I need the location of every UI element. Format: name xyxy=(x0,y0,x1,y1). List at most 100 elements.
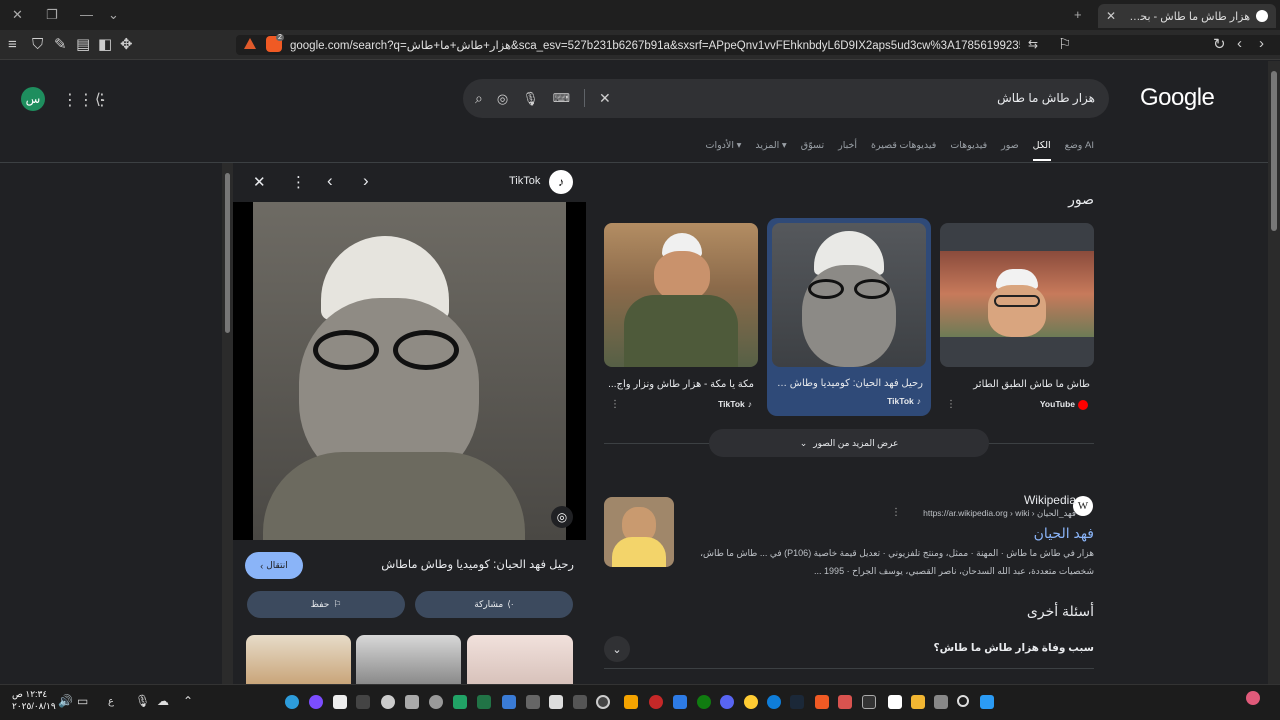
search-box[interactable]: ⌕ ◎ 🎙 ⌨ ✕ هزار طاش ما طاش xyxy=(463,79,1109,118)
app-icon-9[interactable] xyxy=(526,695,540,709)
close-window-icon[interactable]: ✕ xyxy=(12,7,23,23)
image-result-2-caption[interactable]: رحيل فهد الحيان: كوميديا وطاش ما... xyxy=(775,378,923,389)
app-icon-5[interactable] xyxy=(649,695,663,709)
clear-search-icon[interactable]: ✕ xyxy=(599,91,611,105)
previous-image-icon[interactable]: ‹ xyxy=(327,171,333,191)
app-icon-3[interactable] xyxy=(744,695,758,709)
image-result-1[interactable]: طاش ما طاش الطبق الطائر YouTube ⋮ xyxy=(940,223,1094,419)
close-tab-icon[interactable]: ✕ xyxy=(1106,9,1116,23)
search-icon[interactable]: ⌕ xyxy=(475,91,483,105)
tab-short-videos[interactable]: فيديوهات قصيرة xyxy=(871,140,936,161)
panel-source-name[interactable]: TikTok xyxy=(509,175,540,187)
app-icon-2[interactable] xyxy=(838,695,852,709)
brave-taskbar-icon[interactable] xyxy=(815,695,829,709)
app-icon-12[interactable] xyxy=(429,695,443,709)
minimize-window-icon[interactable]: — xyxy=(80,7,93,22)
new-tab-icon[interactable]: + xyxy=(1074,7,1082,22)
site-settings-icon[interactable]: ⇆ xyxy=(1028,38,1038,50)
forward-icon[interactable]: › xyxy=(1259,36,1264,51)
tab-news[interactable]: أخبار xyxy=(838,140,857,161)
panel-image-title[interactable]: رحيل فهد الحيان: كوميديا وطاش ماطاش xyxy=(381,557,574,571)
app-icon-13[interactable] xyxy=(405,695,419,709)
next-image-icon[interactable]: › xyxy=(363,171,369,191)
back-icon[interactable]: ‹ xyxy=(1237,36,1242,51)
panel-scroll-thumb[interactable] xyxy=(225,173,230,333)
restore-window-icon[interactable]: ❐ xyxy=(46,7,58,23)
save-button[interactable]: حفظ ⚐ xyxy=(247,591,405,618)
store-icon[interactable] xyxy=(888,695,902,709)
discord-icon[interactable] xyxy=(720,695,734,709)
app-icon-4[interactable] xyxy=(673,695,687,709)
share-button[interactable]: مشاركة ⟨· xyxy=(415,591,573,618)
sidebar-icon[interactable]: ◧ xyxy=(98,37,112,52)
menu-icon[interactable]: ≡ xyxy=(8,37,17,52)
tab-videos[interactable]: فيديوهات xyxy=(950,140,987,161)
expand-chevron-icon[interactable]: ⌄ xyxy=(604,636,630,662)
taskbar-clock[interactable]: ١٢:٣٤ ص ٢٠٢٥/٠٨/١٩ xyxy=(12,688,56,712)
image-result-2-thumb[interactable] xyxy=(772,223,926,367)
preview-image[interactable]: ◎ xyxy=(233,202,586,540)
task-view-icon[interactable] xyxy=(934,695,948,709)
image-result-1-more-icon[interactable]: ⋮ xyxy=(946,399,956,410)
related-image-2[interactable] xyxy=(356,635,461,684)
volume-icon[interactable]: 🔊 xyxy=(58,694,73,708)
steam-icon[interactable] xyxy=(790,695,804,709)
wiki-thumbnail[interactable] xyxy=(604,497,674,567)
image-result-3-caption[interactable]: مكة يا مكة - هزار طاش ونزار وأج... xyxy=(606,379,754,390)
app-icon-15[interactable] xyxy=(356,695,370,709)
page-scrollbar[interactable] xyxy=(1268,61,1280,684)
onedrive-icon[interactable]: ☁ xyxy=(157,694,169,708)
visit-button[interactable]: ‹ انتقال xyxy=(245,552,303,579)
app-icon-17[interactable] xyxy=(285,695,299,709)
active-tab[interactable]: هزار طاش ما طاش - بحث Google ✕ xyxy=(1098,4,1276,28)
share-icon[interactable]: ⟨· xyxy=(95,90,106,108)
display-icon[interactable]: ▭ xyxy=(77,694,88,708)
image-result-3[interactable]: مكة يا مكة - هزار طاش ونزار وأج... ♪TikT… xyxy=(604,223,758,419)
image-result-1-caption[interactable]: طاش ما طاش الطبق الطائر xyxy=(942,379,1090,390)
related-image-3[interactable] xyxy=(467,635,573,684)
app-icon-16[interactable] xyxy=(309,695,323,709)
excel-icon[interactable] xyxy=(477,695,491,709)
more-images-button[interactable]: عرض المزيد من الصور ⌄ xyxy=(709,429,989,457)
chatgpt-icon[interactable] xyxy=(596,695,610,709)
tab-more[interactable]: المزيد ▾ xyxy=(755,140,786,161)
keyboard-icon[interactable]: ⌨ xyxy=(553,92,570,104)
related-image-1[interactable] xyxy=(246,635,351,684)
microphone-icon[interactable]: 🎙 xyxy=(135,694,150,708)
tab-list-chevron-icon[interactable]: ⌄ xyxy=(108,7,119,23)
app-icon-6[interactable] xyxy=(624,695,638,709)
panel-scrollbar[interactable] xyxy=(222,163,233,684)
tray-chevron-up-icon[interactable]: ⌃ xyxy=(183,694,193,708)
image-result-3-more-icon[interactable]: ⋮ xyxy=(610,399,620,410)
app-icon-11[interactable] xyxy=(453,695,467,709)
taskbar-search-icon[interactable] xyxy=(957,695,969,707)
bookmark-icon[interactable]: ⚐ xyxy=(1058,37,1071,52)
tab-images[interactable]: صور xyxy=(1001,140,1019,161)
google-logo[interactable]: Google xyxy=(1140,84,1215,112)
page-scroll-thumb[interactable] xyxy=(1271,71,1277,231)
tab-ai-mode[interactable]: وضع AI xyxy=(1065,140,1094,161)
reload-icon[interactable]: ↻ xyxy=(1213,37,1226,52)
app-icon-10[interactable] xyxy=(502,695,516,709)
edge-icon[interactable] xyxy=(767,695,781,709)
app-icon-14[interactable] xyxy=(381,695,395,709)
rewards-triangle-icon[interactable] xyxy=(244,38,256,49)
notepad-icon[interactable] xyxy=(333,695,347,709)
more-options-icon[interactable]: ⋮ xyxy=(291,173,306,191)
reader-icon[interactable]: ▤ xyxy=(76,37,90,52)
search-input[interactable]: هزار طاش ما طاش xyxy=(997,91,1095,105)
related-question-1[interactable]: سبب وفاة هزار طاش ما طاش؟ xyxy=(934,642,1095,654)
avatar[interactable]: س xyxy=(21,87,45,111)
app-icon-1[interactable] xyxy=(862,695,876,709)
start-icon[interactable] xyxy=(980,695,994,709)
close-panel-icon[interactable]: ✕ xyxy=(253,173,266,191)
pin-icon[interactable]: ✎ xyxy=(54,37,67,52)
shield-check-icon[interactable]: ⛉ xyxy=(32,37,43,52)
image-result-2[interactable]: رحيل فهد الحيان: كوميديا وطاش ما... ♪Tik… xyxy=(767,218,931,416)
keyboard-language[interactable]: ع xyxy=(108,696,114,707)
image-result-3-thumb[interactable] xyxy=(604,223,758,367)
app-icon-7[interactable] xyxy=(573,695,587,709)
xbox-icon[interactable] xyxy=(697,695,711,709)
lens-search-icon[interactable]: ◎ xyxy=(551,506,573,528)
wiki-breadcrumb[interactable]: https://ar.wikipedia.org › wiki › فهد_ال… xyxy=(923,508,1076,519)
